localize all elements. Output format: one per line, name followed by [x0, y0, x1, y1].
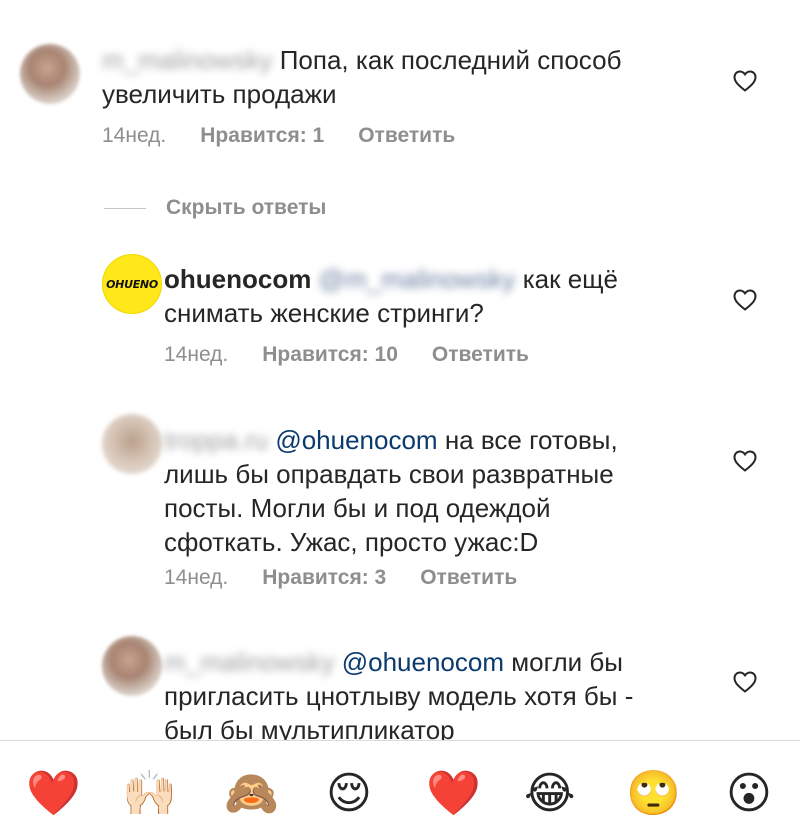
mention[interactable]: @ohuenocom: [275, 425, 437, 455]
username[interactable]: m_malinowsky: [102, 43, 273, 77]
heart-outline-icon[interactable]: [733, 289, 757, 311]
comment-text: ohuenocom @m_malinowsky как ещё снимать …: [164, 262, 684, 330]
comment-text: troppa.ru @ohuenocom на все готовы, лишь…: [164, 423, 724, 559]
reply-button[interactable]: Ответить: [358, 124, 455, 148]
comment-body-line1: Попа, как последний способ: [279, 45, 622, 75]
username[interactable]: m_malinowsky: [164, 645, 335, 679]
comment-body-line3: посты. Могли бы и под одеждой: [164, 493, 551, 523]
comment-body-line2: лишь бы оправдать свои развратные: [164, 459, 614, 489]
comment-meta: 14нед. Нравится: 3 Ответить: [164, 566, 517, 590]
comment-body-line1: как ещё: [522, 264, 619, 294]
likes-count[interactable]: Нравится: 10: [262, 343, 398, 367]
timestamp: 14нед.: [164, 343, 229, 366]
username[interactable]: troppa.ru: [164, 423, 268, 457]
see-no-evil-monkey-emoji-button[interactable]: 🙈: [224, 769, 279, 819]
comment-text: m_malinowsky Попа, как последний способ …: [102, 43, 702, 111]
heart-outline-icon[interactable]: [733, 671, 757, 693]
comment-meta: 14нед. Нравится: 1 Ответить: [102, 124, 455, 148]
comment-body-line2: увеличить продажи: [102, 79, 337, 109]
divider: [104, 207, 146, 209]
comment-body-line1: могли бы: [511, 647, 623, 677]
likes-count[interactable]: Нравится: 1: [200, 124, 324, 148]
red-heart-emoji-button[interactable]: ❤️: [426, 769, 481, 819]
relieved-face-emoji-button[interactable]: 😌: [326, 769, 372, 819]
username[interactable]: ohuenocom: [164, 264, 311, 294]
red-heart-emoji-button[interactable]: ❤️: [26, 769, 81, 819]
hide-replies-label: Скрыть ответы: [166, 196, 327, 219]
avatar[interactable]: [102, 636, 162, 696]
avatar[interactable]: [20, 44, 80, 104]
comment-meta: 14нед. Нравится: 10 Ответить: [164, 343, 529, 367]
raised-hands-emoji-button[interactable]: 🙌🏻: [122, 769, 177, 819]
brand-logo-text: OHUENO: [106, 277, 158, 291]
reply-button[interactable]: Ответить: [420, 566, 517, 590]
open-mouth-emoji-button[interactable]: 😮: [726, 769, 772, 819]
comment-body-line2: пригласить цнотлыву модель хотя бы -: [164, 681, 634, 711]
avatar[interactable]: OHUENO: [102, 254, 162, 314]
mention[interactable]: @m_malinowsky: [319, 262, 516, 296]
likes-count[interactable]: Нравится: 3: [262, 566, 386, 590]
heart-outline-icon[interactable]: [733, 70, 757, 92]
rolling-eyes-emoji-button[interactable]: 🙄: [626, 769, 681, 819]
comment-body-line2: снимать женские стринги?: [164, 298, 484, 328]
comment-text: m_malinowsky @ohuenocom могли бы приглас…: [164, 645, 724, 747]
avatar[interactable]: [102, 414, 162, 474]
comment-body-line1: на все готовы,: [444, 425, 618, 455]
comment-body-line4: сфоткать. Ужас, просто ужас:D: [164, 527, 539, 557]
emoji-quick-bar: ❤️ 🙌🏻 🙈 😌 ❤️ 😂 🙄 😮: [0, 740, 800, 837]
timestamp: 14нед.: [164, 566, 229, 589]
reply-button[interactable]: Ответить: [432, 343, 529, 367]
tears-of-joy-emoji-button[interactable]: 😂: [524, 769, 575, 819]
mention[interactable]: @ohuenocom: [342, 647, 504, 677]
hide-replies-button[interactable]: Скрыть ответы: [104, 196, 326, 220]
heart-outline-icon[interactable]: [733, 450, 757, 472]
timestamp: 14нед.: [102, 124, 167, 147]
